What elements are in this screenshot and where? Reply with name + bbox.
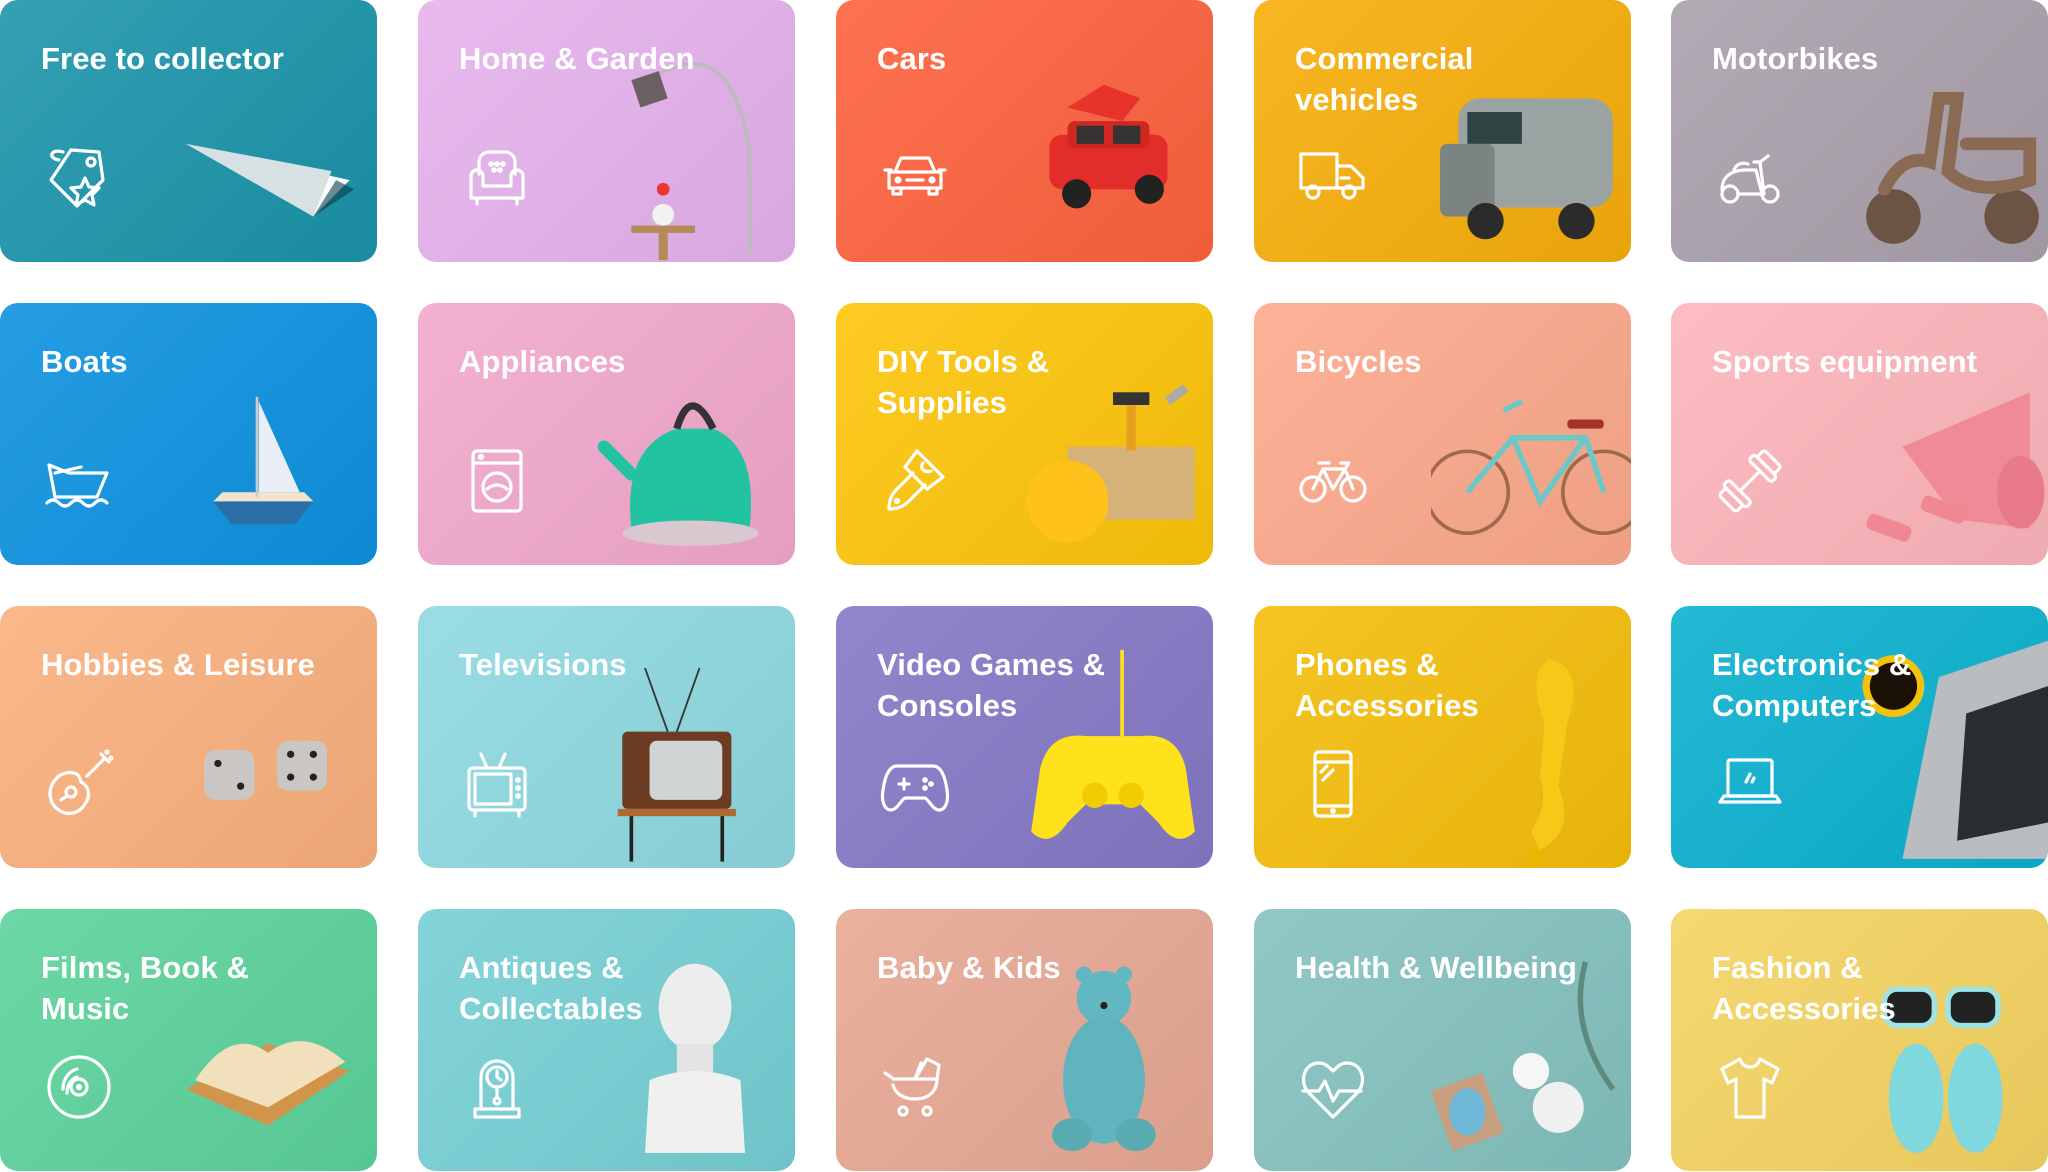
category-title: Hobbies & Leisure <box>41 647 315 682</box>
clock-icon <box>459 1049 535 1125</box>
category-card-phones-and-accessories[interactable]: Phones & Accessories <box>1254 606 1631 868</box>
category-title: Home & Garden <box>459 41 695 76</box>
category-card-films-book-and-music[interactable]: Films, Book & Music <box>0 909 377 1171</box>
category-card-commercial-vehicles[interactable]: Commercial vehicles <box>1254 0 1631 262</box>
category-card-televisions[interactable]: Televisions <box>418 606 795 868</box>
category-card-hobbies-and-leisure[interactable]: Hobbies & Leisure <box>0 606 377 868</box>
category-title: Baby & Kids <box>877 950 1061 985</box>
tshirt-icon <box>1712 1049 1788 1125</box>
category-title: Fashion & Accessories <box>1712 950 1896 1026</box>
laptop-icon <box>1712 746 1788 822</box>
boat-icon <box>41 443 117 519</box>
category-title: Antiques & Collectables <box>459 950 643 1026</box>
category-title: Free to collector <box>41 41 284 76</box>
heart-pulse-icon <box>1295 1049 1371 1125</box>
category-grid: Free to collector Home & Garden Cars Commer… <box>0 0 2048 1172</box>
category-title: Bicycles <box>1295 344 1422 379</box>
tv-icon <box>459 746 535 822</box>
category-card-fashion-and-accessories[interactable]: Fashion & Accessories <box>1671 909 2048 1171</box>
category-title: DIY Tools & Supplies <box>877 344 1050 420</box>
category-card-boats[interactable]: Boats <box>0 303 377 565</box>
category-card-appliances[interactable]: Appliances <box>418 303 795 565</box>
category-title: Televisions <box>459 647 627 682</box>
category-title: Commercial vehicles <box>1295 41 1474 117</box>
pram-icon <box>877 1049 953 1125</box>
tag-star-icon <box>41 140 117 216</box>
category-title: Phones & Accessories <box>1295 647 1479 723</box>
category-card-free-to-collector[interactable]: Free to collector <box>0 0 377 262</box>
category-title: Cars <box>877 41 947 76</box>
category-title: Sports equipment <box>1712 344 1978 379</box>
vinyl-disc-icon <box>41 1049 117 1125</box>
category-card-baby-and-kids[interactable]: Baby & Kids <box>836 909 1213 1171</box>
category-card-antiques-and-collectables[interactable]: Antiques & Collectables <box>418 909 795 1171</box>
mobile-phone-icon <box>1295 746 1371 822</box>
guitar-icon <box>41 746 117 822</box>
van-icon <box>1295 140 1371 216</box>
category-title: Motorbikes <box>1712 41 1879 76</box>
washing-machine-icon <box>459 443 535 519</box>
dumbbell-icon <box>1712 443 1788 519</box>
category-card-home-and-garden[interactable]: Home & Garden <box>418 0 795 262</box>
category-card-sports-equipment[interactable]: Sports equipment <box>1671 303 2048 565</box>
category-card-video-games-and-consoles[interactable]: Video Games & Consoles <box>836 606 1213 868</box>
category-title: Films, Book & Music <box>41 950 249 1026</box>
category-card-cars[interactable]: Cars <box>836 0 1213 262</box>
category-card-bicycles[interactable]: Bicycles <box>1254 303 1631 565</box>
car-icon <box>877 140 953 216</box>
category-card-health-and-wellbeing[interactable]: Health & Wellbeing <box>1254 909 1631 1171</box>
category-card-diy-tools-and-supplies[interactable]: DIY Tools & Supplies <box>836 303 1213 565</box>
category-title: Boats <box>41 344 128 379</box>
category-title: Video Games & Consoles <box>877 647 1106 723</box>
category-title: Health & Wellbeing <box>1295 950 1577 985</box>
category-title: Appliances <box>459 344 626 379</box>
category-card-electronics-and-computers[interactable]: Electronics & Computers <box>1671 606 2048 868</box>
category-card-motorbikes[interactable]: Motorbikes <box>1671 0 2048 262</box>
scooter-icon <box>1712 140 1788 216</box>
paintbrush-icon <box>877 443 953 519</box>
gamepad-icon <box>877 746 953 822</box>
armchair-icon <box>459 140 535 216</box>
bicycle-icon <box>1295 443 1371 519</box>
category-title: Electronics & Computers <box>1712 647 1912 723</box>
